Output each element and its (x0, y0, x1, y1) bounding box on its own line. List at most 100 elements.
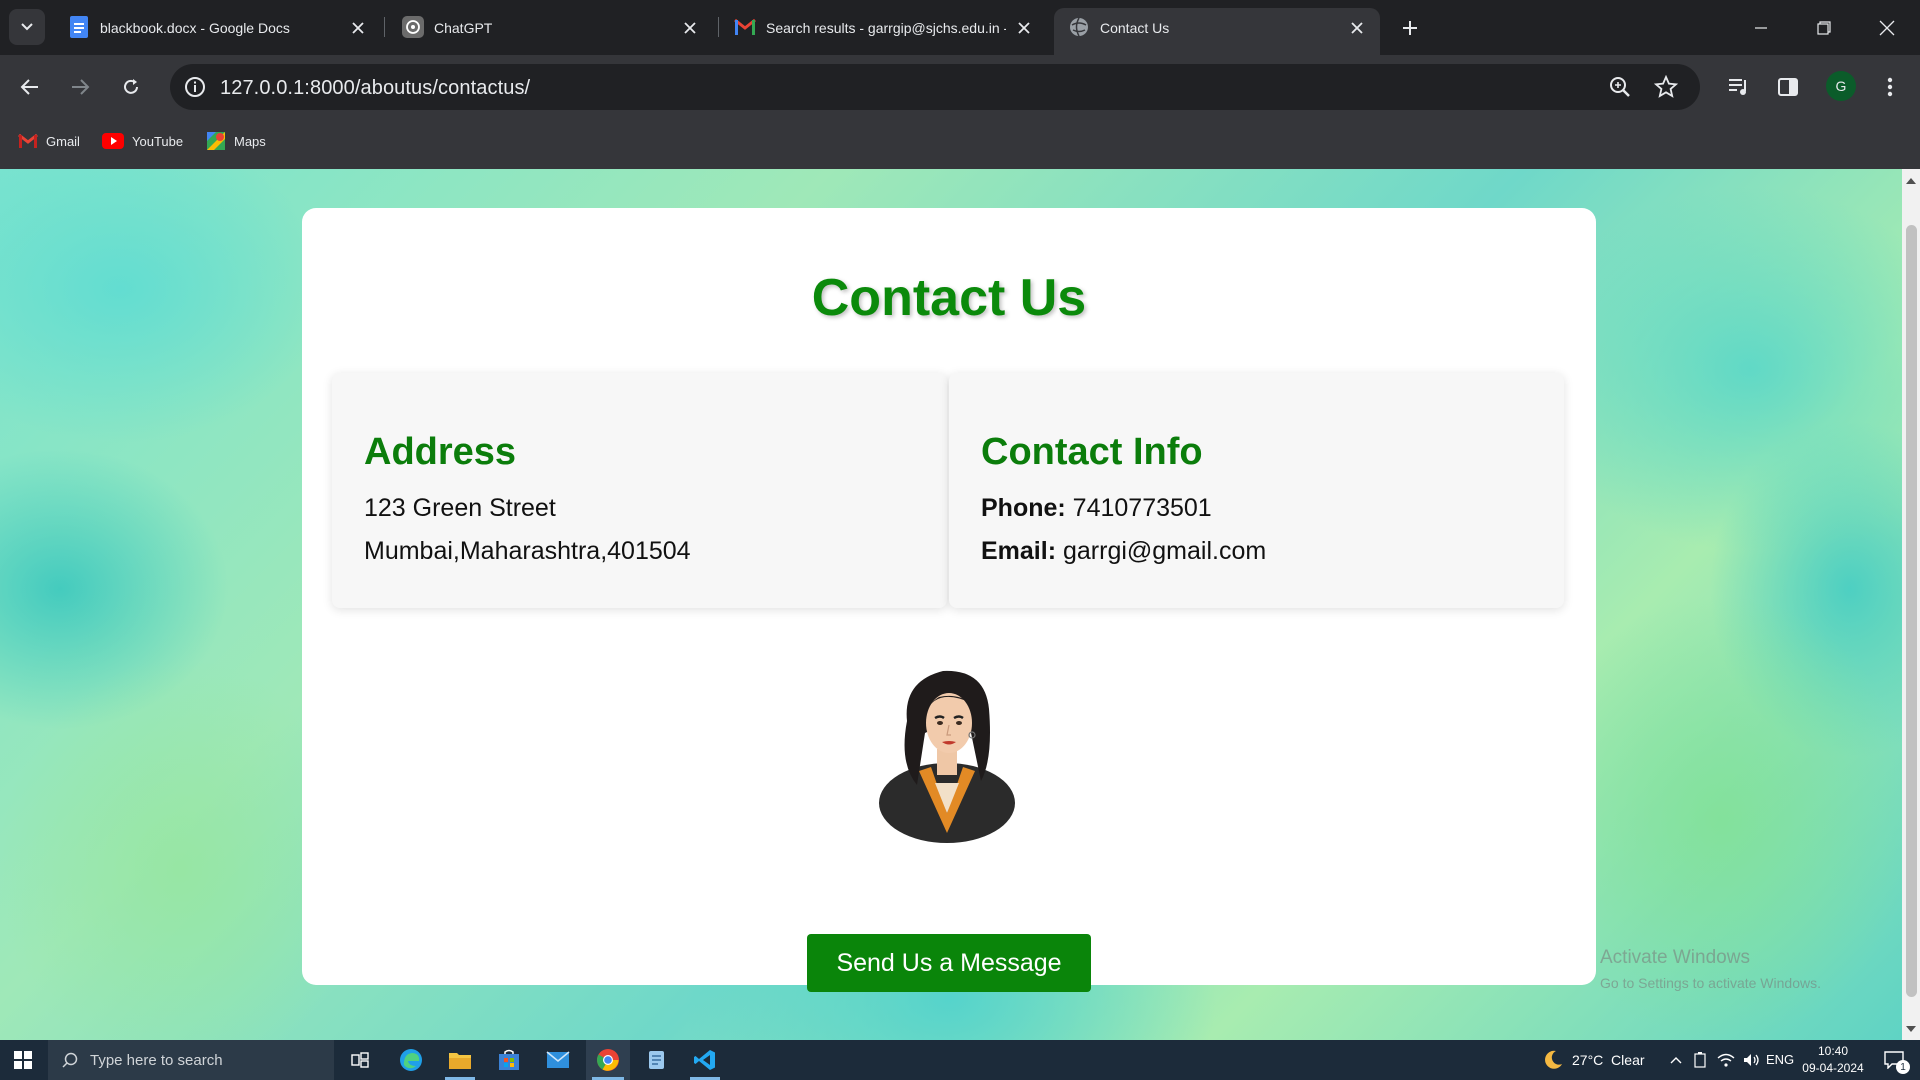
forward-button[interactable] (62, 69, 98, 105)
phone-label: Phone: (981, 494, 1066, 522)
chrome-icon (597, 1049, 619, 1071)
volume-status[interactable] (1740, 1040, 1764, 1080)
scroll-up-arrow-icon[interactable] (1902, 171, 1920, 189)
vscode-app[interactable] (684, 1040, 726, 1080)
phone-line: Phone: 7410773501 (981, 494, 1212, 523)
mail-icon (546, 1051, 570, 1068)
email-label: Email: (981, 537, 1057, 565)
new-tab-button[interactable] (1394, 12, 1426, 44)
email-value: garrgi@gmail.com (1062, 537, 1267, 565)
tab-google-docs[interactable]: blackbook.docx - Google Docs (54, 8, 374, 55)
weather-widget[interactable]: 27°C Clear (1542, 1040, 1662, 1080)
restore-icon (1817, 20, 1831, 35)
gmail-icon (18, 133, 38, 148)
tab-contact-us[interactable]: Contact Us (1054, 8, 1380, 55)
close-icon[interactable] (680, 18, 700, 38)
minimize-icon (1755, 26, 1767, 29)
vscode-icon (694, 1050, 715, 1070)
close-icon[interactable] (1347, 18, 1367, 38)
bookmark-star-icon[interactable] (1653, 74, 1679, 104)
back-button[interactable] (12, 69, 48, 105)
woman-avatar-illustration (879, 670, 1015, 843)
email-line: Email: garrgi@gmail.com (981, 537, 1266, 566)
send-message-button[interactable]: Send Us a Message (807, 934, 1091, 992)
file-explorer-app[interactable] (439, 1040, 481, 1080)
maps-icon (207, 132, 225, 150)
tab-separator (718, 17, 719, 37)
arrow-left-icon (20, 79, 38, 95)
reload-button[interactable] (113, 69, 149, 105)
weather-text: 27°C Clear (1572, 1052, 1645, 1068)
site-info-icon[interactable] (182, 74, 208, 100)
page-viewport: Contact Us Address 123 Green Street Mumb… (0, 169, 1902, 1040)
chrome-app[interactable] (586, 1040, 630, 1080)
page-scrollbar[interactable] (1902, 169, 1920, 1040)
contact-info-box: Contact Info Phone: 7410773501 Email: ga… (949, 373, 1564, 608)
youtube-icon (102, 133, 124, 149)
side-panel-button[interactable] (1770, 69, 1806, 105)
edge-app[interactable] (390, 1040, 432, 1080)
notepad-app[interactable] (636, 1040, 678, 1080)
battery-status[interactable] (1690, 1040, 1710, 1080)
tab-title: blackbook.docx - Google Docs (100, 20, 290, 36)
tab-title: Contact Us (1100, 20, 1170, 36)
contact-card: Contact Us Address 123 Green Street Mumb… (302, 208, 1596, 992)
tab-separator (384, 17, 385, 37)
close-icon[interactable] (1014, 18, 1034, 38)
restore-button[interactable] (1793, 0, 1855, 55)
tab-gmail-search[interactable]: Search results - garrgip@sjchs.edu.in - … (720, 8, 1050, 55)
close-icon[interactable] (348, 18, 368, 38)
address-line-1: 123 Green Street (364, 494, 556, 522)
store-app[interactable] (488, 1040, 530, 1080)
bookmark-label: YouTube (132, 133, 184, 149)
speaker-icon (1744, 1054, 1759, 1066)
watermark-title: Activate Windows (1600, 947, 1750, 968)
wifi-icon (1717, 1053, 1735, 1067)
notepad-icon (649, 1051, 664, 1069)
chatgpt-icon (402, 16, 424, 38)
address-box: Address 123 Green Street Mumbai,Maharash… (332, 373, 947, 608)
tray-overflow-button[interactable] (1666, 1040, 1686, 1080)
watermark-subtitle: Go to Settings to activate Windows. (1600, 975, 1821, 991)
bookmark-youtube[interactable]: YouTube (102, 129, 183, 153)
clock[interactable]: 10:40 09-04-2024 (1798, 1043, 1868, 1077)
bookmark-maps[interactable]: Maps (206, 129, 266, 153)
gmail-icon (734, 16, 756, 38)
search-placeholder: Type here to search (90, 1051, 223, 1069)
chevron-up-icon (1670, 1057, 1682, 1064)
close-icon (1879, 20, 1895, 35)
minimize-button[interactable] (1730, 0, 1792, 55)
network-status[interactable] (1714, 1040, 1738, 1080)
media-controls-button[interactable] (1721, 69, 1757, 105)
menu-button[interactable] (1872, 69, 1908, 105)
bookmark-gmail[interactable]: Gmail (18, 129, 80, 153)
windows-taskbar: Type here to search 27°C Clear ENG 10:40… (0, 1040, 1920, 1080)
phone-value: 7410773501 (1072, 494, 1212, 522)
task-view-button[interactable] (340, 1040, 380, 1080)
scroll-thumb[interactable] (1906, 225, 1917, 997)
bookmark-label: Gmail (46, 133, 80, 149)
clock-date: 09-04-2024 (1802, 1061, 1864, 1075)
window-close-button[interactable] (1856, 0, 1918, 55)
zoom-icon[interactable] (1608, 75, 1632, 104)
address-line-2: Mumbai,Maharashtra,401504 (364, 537, 691, 565)
clock-time: 10:40 (1817, 1044, 1849, 1058)
mail-app[interactable] (537, 1040, 579, 1080)
profile-avatar[interactable]: G (1826, 71, 1856, 101)
arrow-right-icon (72, 79, 90, 95)
search-icon (62, 1052, 78, 1068)
tab-search-button[interactable] (9, 9, 45, 45)
scroll-down-arrow-icon[interactable] (1902, 1020, 1920, 1038)
tab-chatgpt[interactable]: ChatGPT (388, 8, 708, 55)
taskbar-search-box[interactable]: Type here to search (48, 1040, 334, 1080)
task-view-icon (351, 1052, 369, 1068)
page-title: Contact Us (811, 269, 1087, 327)
start-button[interactable] (0, 1040, 46, 1080)
notification-center-button[interactable]: 1 (1874, 1040, 1914, 1080)
language-indicator[interactable]: ENG (1766, 1052, 1794, 1067)
plus-icon (1403, 21, 1417, 35)
address-bar[interactable]: 127.0.0.1:8000/aboutus/contactus/ (170, 64, 1700, 110)
url-text: 127.0.0.1:8000/aboutus/contactus/ (220, 77, 531, 99)
notification-count-badge: 1 (1896, 1060, 1910, 1074)
side-panel-icon (1778, 78, 1798, 96)
